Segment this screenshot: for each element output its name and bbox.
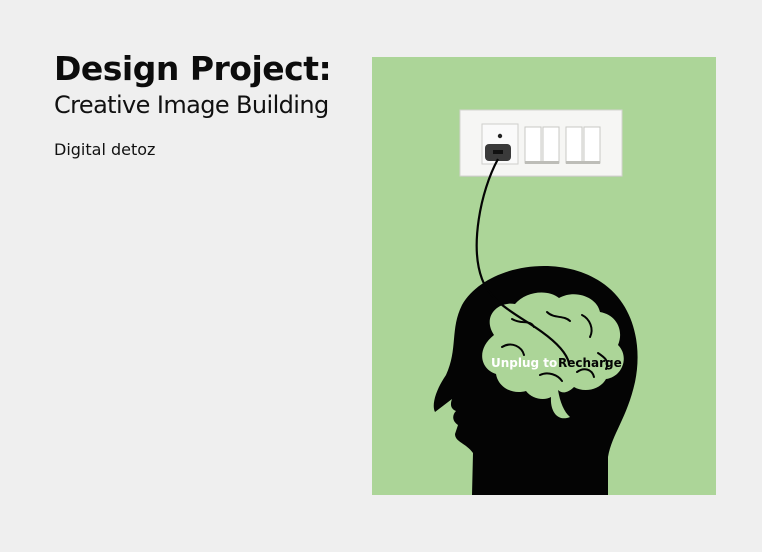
socket-hole [497,133,503,139]
switch-3 [565,126,583,164]
page-title: Design Project: [54,49,332,88]
slogan-unplug: Unplug to [491,356,557,370]
switch-2 [542,126,560,164]
switch-1 [524,126,542,164]
switch-4 [583,126,601,164]
page-subtitle: Creative Image Building [54,91,329,119]
poster-illustration: Unplug to Recharge [372,57,716,495]
project-caption: Digital detoz [54,140,156,159]
poster-image: Unplug to Recharge [372,57,716,495]
slogan-recharge: Recharge [558,356,622,370]
switch-board [459,109,623,177]
